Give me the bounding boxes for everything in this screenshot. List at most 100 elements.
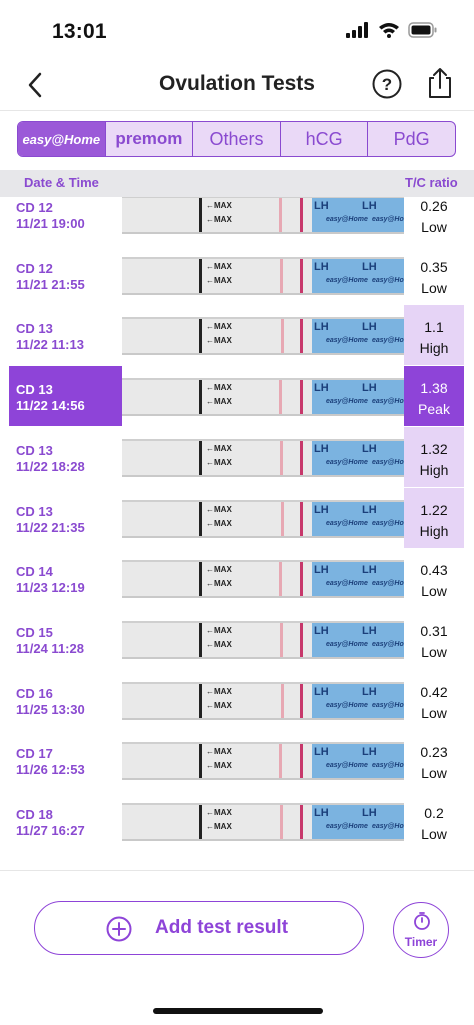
test-row[interactable]: CD 17 11/26 12:53 ←MAX ←MAX LH LH easy@Home eas… bbox=[0, 730, 474, 790]
tc-ratio-cell: 0.31 Low bbox=[404, 609, 464, 669]
strip-lh-text: LH bbox=[362, 503, 377, 516]
strip-lh-text: LH bbox=[362, 260, 377, 273]
tc-ratio-status: Low bbox=[421, 765, 447, 782]
strip-brand-text: easy@Home bbox=[326, 276, 368, 284]
strip-handle-divider bbox=[199, 805, 202, 839]
tc-ratio-cell: 0.2 Low bbox=[404, 791, 464, 851]
strip-lh-text: LH bbox=[362, 382, 377, 395]
strip-brand-area: LH LH easy@Home easy@Home bbox=[312, 198, 404, 232]
tc-ratio-value: 0.42 bbox=[420, 683, 448, 700]
test-row[interactable]: CD 13 11/22 18:28 ←MAX ←MAX LH LH easy@Home eas… bbox=[0, 426, 474, 487]
cycle-day: CD 12 bbox=[16, 260, 53, 276]
strip-lh-text: LH bbox=[362, 564, 377, 577]
test-row[interactable]: CD 13 11/22 14:56 ←MAX ←MAX LH LH easy@Home eas… bbox=[0, 366, 474, 427]
strip-brand-text: easy@Home bbox=[326, 337, 368, 345]
strip-handle-divider bbox=[199, 683, 202, 718]
strip-brand-area: LH LH easy@Home easy@Home bbox=[312, 258, 404, 293]
strip-lh-text: LH bbox=[314, 321, 329, 334]
strip-test-line bbox=[280, 805, 283, 839]
add-test-result-button[interactable]: Add test result bbox=[34, 901, 364, 955]
tab-others[interactable]: Others bbox=[193, 122, 281, 156]
test-date-label: CD 15 11/24 11:28 bbox=[16, 625, 84, 657]
status-icons bbox=[346, 22, 438, 38]
tab-pdg[interactable]: PdG bbox=[368, 122, 455, 156]
status-time: 13:01 bbox=[52, 20, 107, 43]
test-row[interactable]: CD 12 11/21 21:55 ←MAX ←MAX LH LH easy@Home eas… bbox=[0, 245, 474, 305]
test-strip-image: ←MAX ←MAX LH LH easy@Home easy@Home bbox=[122, 317, 404, 356]
test-list[interactable]: CD 12 11/21 19:00 ←MAX ←MAX LH LH easy@Home eas… bbox=[0, 197, 474, 862]
tc-ratio-value: 0.2 bbox=[424, 805, 444, 821]
strip-test-line bbox=[280, 258, 283, 293]
tab-premom[interactable]: premom bbox=[106, 122, 194, 156]
strip-brand-area: LH LH easy@Home easy@Home bbox=[312, 622, 404, 657]
tc-ratio-status: High bbox=[419, 461, 449, 478]
strip-lh-text: LH bbox=[314, 200, 329, 212]
strip-max-mark: ←MAX bbox=[206, 457, 232, 467]
test-row[interactable]: CD 16 11/25 13:30 ←MAX ←MAX LH LH easy@Home eas… bbox=[0, 670, 474, 730]
timer-button[interactable]: Timer bbox=[393, 902, 449, 958]
strip-control-line bbox=[300, 622, 303, 657]
strip-lh-text: LH bbox=[314, 503, 329, 516]
tc-ratio-status: Low bbox=[421, 279, 447, 296]
strip-brand-text: easy@Home bbox=[326, 762, 368, 770]
strip-test-line bbox=[279, 380, 282, 415]
tc-ratio-cell: 1.22 High bbox=[404, 487, 464, 548]
question-circle-icon[interactable]: ? bbox=[371, 68, 403, 100]
strip-test-line bbox=[280, 622, 283, 657]
strip-max-mark: ←MAX bbox=[206, 700, 232, 710]
strip-brand-text: easy@Home bbox=[372, 580, 404, 588]
strip-max-mark: ←MAX bbox=[206, 336, 232, 346]
test-strip-image: ←MAX ←MAX LH LH easy@Home easy@Home bbox=[122, 803, 404, 841]
test-row[interactable]: CD 15 11/24 11:28 ←MAX ←MAX LH LH easy@Home eas… bbox=[0, 609, 474, 669]
tc-ratio-value: 1.22 bbox=[420, 501, 448, 518]
test-strip-image: ←MAX ←MAX LH LH easy@Home easy@Home bbox=[122, 681, 404, 720]
strip-brand-area: LH LH easy@Home easy@Home bbox=[312, 562, 404, 597]
strip-max-mark: ←MAX bbox=[206, 201, 232, 210]
tc-ratio-value: 0.23 bbox=[420, 744, 448, 761]
strip-brand-area: LH LH easy@Home easy@Home bbox=[312, 380, 404, 415]
strip-max-mark: ←MAX bbox=[206, 275, 232, 285]
strip-test-line bbox=[279, 744, 282, 779]
test-datetime: 11/22 18:28 bbox=[16, 458, 85, 474]
plus-circle-icon bbox=[106, 916, 132, 942]
nav-bar: Ovulation Tests ? bbox=[0, 60, 474, 111]
tc-ratio-cell: 0.26 Low bbox=[404, 197, 464, 244]
tc-ratio-status: Peak bbox=[418, 401, 450, 418]
test-row[interactable]: CD 13 11/22 11:13 ←MAX ←MAX LH LH easy@Home eas… bbox=[0, 305, 474, 366]
test-datetime: 11/22 11:13 bbox=[16, 337, 84, 353]
test-row[interactable]: CD 12 11/21 19:00 ←MAX ←MAX LH LH easy@Home eas… bbox=[0, 197, 474, 244]
strip-control-line bbox=[300, 744, 303, 779]
test-row[interactable]: CD 13 11/22 21:35 ←MAX ←MAX LH LH easy@Home eas… bbox=[0, 487, 474, 548]
test-datetime: 11/22 14:56 bbox=[16, 398, 85, 414]
test-strip-image: ←MAX ←MAX LH LH easy@Home easy@Home bbox=[122, 742, 404, 781]
strip-max-mark: ←MAX bbox=[206, 397, 232, 407]
test-datetime: 11/27 16:27 bbox=[16, 823, 85, 838]
strip-brand-area: LH LH easy@Home easy@Home bbox=[312, 501, 404, 536]
tab-hcg[interactable]: hCG bbox=[281, 122, 369, 156]
strip-brand-text: easy@Home bbox=[372, 216, 404, 223]
strip-control-line bbox=[300, 380, 303, 415]
strip-max-mark: ←MAX bbox=[206, 215, 232, 224]
test-row[interactable]: CD 14 11/23 12:19 ←MAX ←MAX LH LH easy@Home eas… bbox=[0, 548, 474, 608]
test-date-label: CD 12 11/21 21:55 bbox=[16, 261, 85, 293]
strip-lh-text: LH bbox=[362, 746, 377, 759]
strip-handle-divider bbox=[199, 562, 202, 597]
cycle-day: CD 13 bbox=[16, 321, 53, 337]
status-bar: 13:01 bbox=[0, 0, 474, 60]
strip-lh-text: LH bbox=[362, 685, 377, 698]
strip-handle-divider bbox=[199, 198, 202, 232]
test-datetime: 11/22 21:35 bbox=[16, 519, 85, 535]
strip-brand-text: easy@Home bbox=[326, 458, 368, 466]
test-row[interactable]: CD 18 11/27 16:27 ←MAX ←MAX LH LH easy@Home eas… bbox=[0, 791, 474, 851]
tab-easy-home[interactable]: easy@Home bbox=[18, 122, 106, 156]
tc-ratio-cell: 0.42 Low bbox=[404, 670, 464, 730]
tc-ratio-cell: 1.1 High bbox=[404, 305, 464, 366]
cycle-day: CD 12 bbox=[16, 200, 53, 215]
strip-control-line bbox=[300, 501, 303, 536]
strip-max-mark: ←MAX bbox=[206, 443, 232, 453]
share-icon[interactable] bbox=[425, 66, 455, 100]
strip-lh-text: LH bbox=[314, 564, 329, 577]
strip-handle-divider bbox=[199, 501, 202, 536]
strip-control-line bbox=[300, 683, 303, 718]
test-datetime: 11/21 21:55 bbox=[16, 276, 85, 292]
